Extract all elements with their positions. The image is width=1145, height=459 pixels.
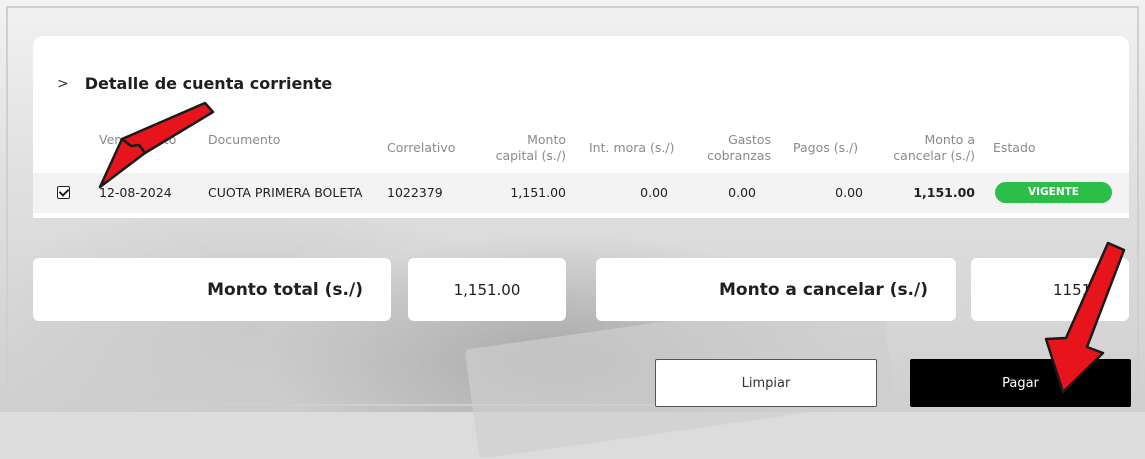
header-vencimiento: Vencimiento [99, 132, 177, 147]
header-estado: Estado [993, 140, 1036, 155]
total-label-box: Monto total (s./) [33, 258, 391, 321]
pay-button[interactable]: Pagar [910, 359, 1131, 407]
cancel-label: Monto a cancelar (s./) [719, 279, 928, 300]
cancel-label-box: Monto a cancelar (s./) [596, 258, 956, 321]
total-value-box: 1,151.00 [408, 258, 566, 321]
status-badge: VIGENTE [995, 182, 1112, 203]
account-detail-card: > Detalle de cuenta corriente Vencimient… [33, 36, 1129, 218]
cell-correlativo: 1022379 [387, 185, 443, 200]
total-value: 1,151.00 [453, 280, 521, 299]
cell-monto-cancelar: 1,151.00 [913, 185, 975, 200]
cell-documento: CUOTA PRIMERA BOLETA [208, 185, 363, 200]
header-monto-capital: Monto capital (s./) [495, 132, 566, 163]
cell-monto-capital: 1,151.00 [510, 185, 566, 200]
clear-button[interactable]: Limpiar [655, 359, 877, 407]
total-label: Monto total (s./) [207, 279, 363, 300]
cancel-value-box: 1151.0 [971, 258, 1129, 321]
cell-int-mora: 0.00 [640, 185, 668, 200]
header-correlativo: Correlativo [387, 140, 456, 155]
cell-vencimiento: 12-08-2024 [99, 185, 172, 200]
header-monto-cancelar: Monto a cancelar (s./) [893, 132, 975, 163]
header-gastos: Gastos cobranzas [707, 132, 771, 163]
header-documento: Documento [208, 132, 281, 147]
cell-pagos: 0.00 [835, 185, 863, 200]
chevron-right-icon[interactable]: > [57, 76, 69, 92]
cancel-value: 1151.0 [1053, 280, 1106, 299]
cell-gastos: 0.00 [728, 185, 756, 200]
header-int-mora: Int. mora (s./) [589, 140, 675, 155]
section-header[interactable]: > Detalle de cuenta corriente [57, 74, 332, 93]
header-pagos: Pagos (s./) [793, 140, 859, 155]
row-checkbox[interactable] [57, 186, 70, 199]
section-title: Detalle de cuenta corriente [84, 74, 333, 93]
